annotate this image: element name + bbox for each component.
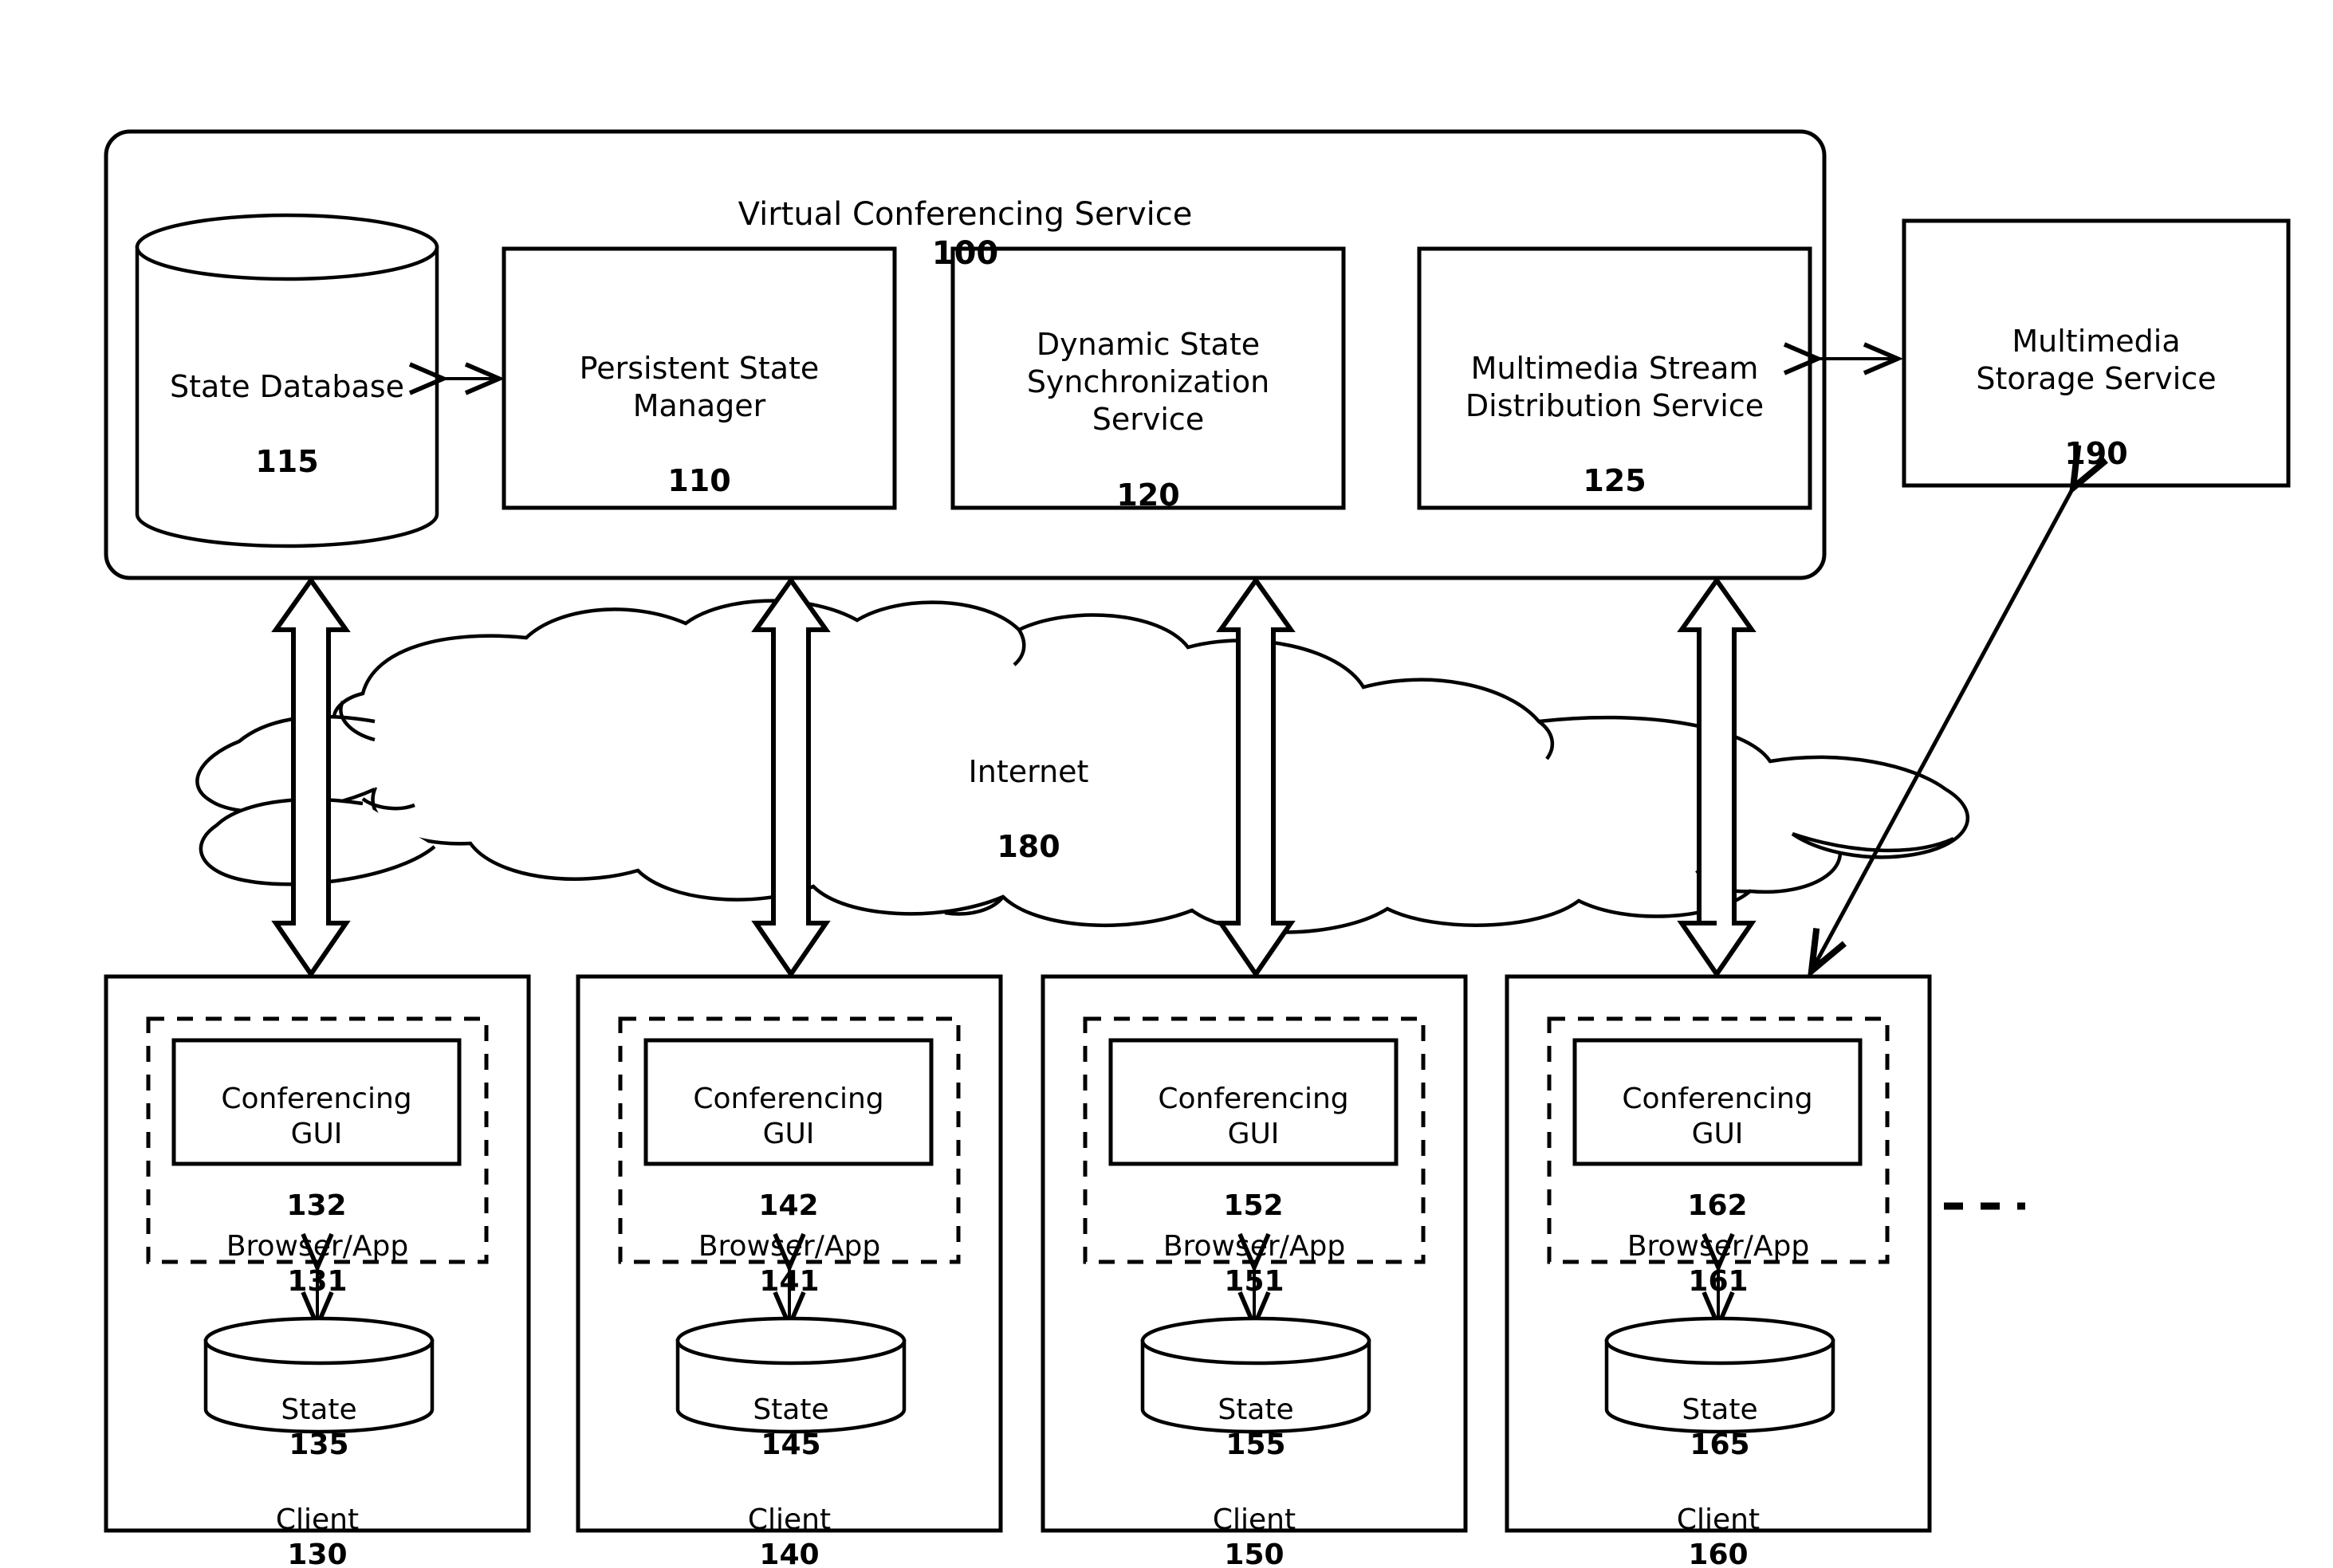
state-database-node[interactable] xyxy=(137,215,439,534)
persistent-state-manager-node[interactable] xyxy=(504,249,895,508)
multimedia-storage-service-node[interactable] xyxy=(1904,221,2288,485)
client-130-ref: 130 xyxy=(287,1539,348,1568)
client-160-node[interactable] xyxy=(1507,977,1930,1531)
client-140-ref: 140 xyxy=(759,1539,820,1568)
client-140-node[interactable] xyxy=(578,977,1001,1531)
service-container-title-label: Virtual Conferencing Service xyxy=(738,195,1193,233)
client-130-node[interactable] xyxy=(106,977,529,1531)
multimedia-stream-distribution-service-node[interactable] xyxy=(1419,249,1810,508)
client-150-ref: 150 xyxy=(1224,1539,1285,1568)
dynamic-state-sync-service-node[interactable] xyxy=(953,249,1344,508)
client-160-ref: 160 xyxy=(1688,1539,1749,1568)
internet-cloud-node[interactable] xyxy=(311,594,1985,937)
client-150-node[interactable] xyxy=(1043,977,1466,1531)
patent-figure: Virtual Conferencing Service 100 State D… xyxy=(0,0,2333,1568)
